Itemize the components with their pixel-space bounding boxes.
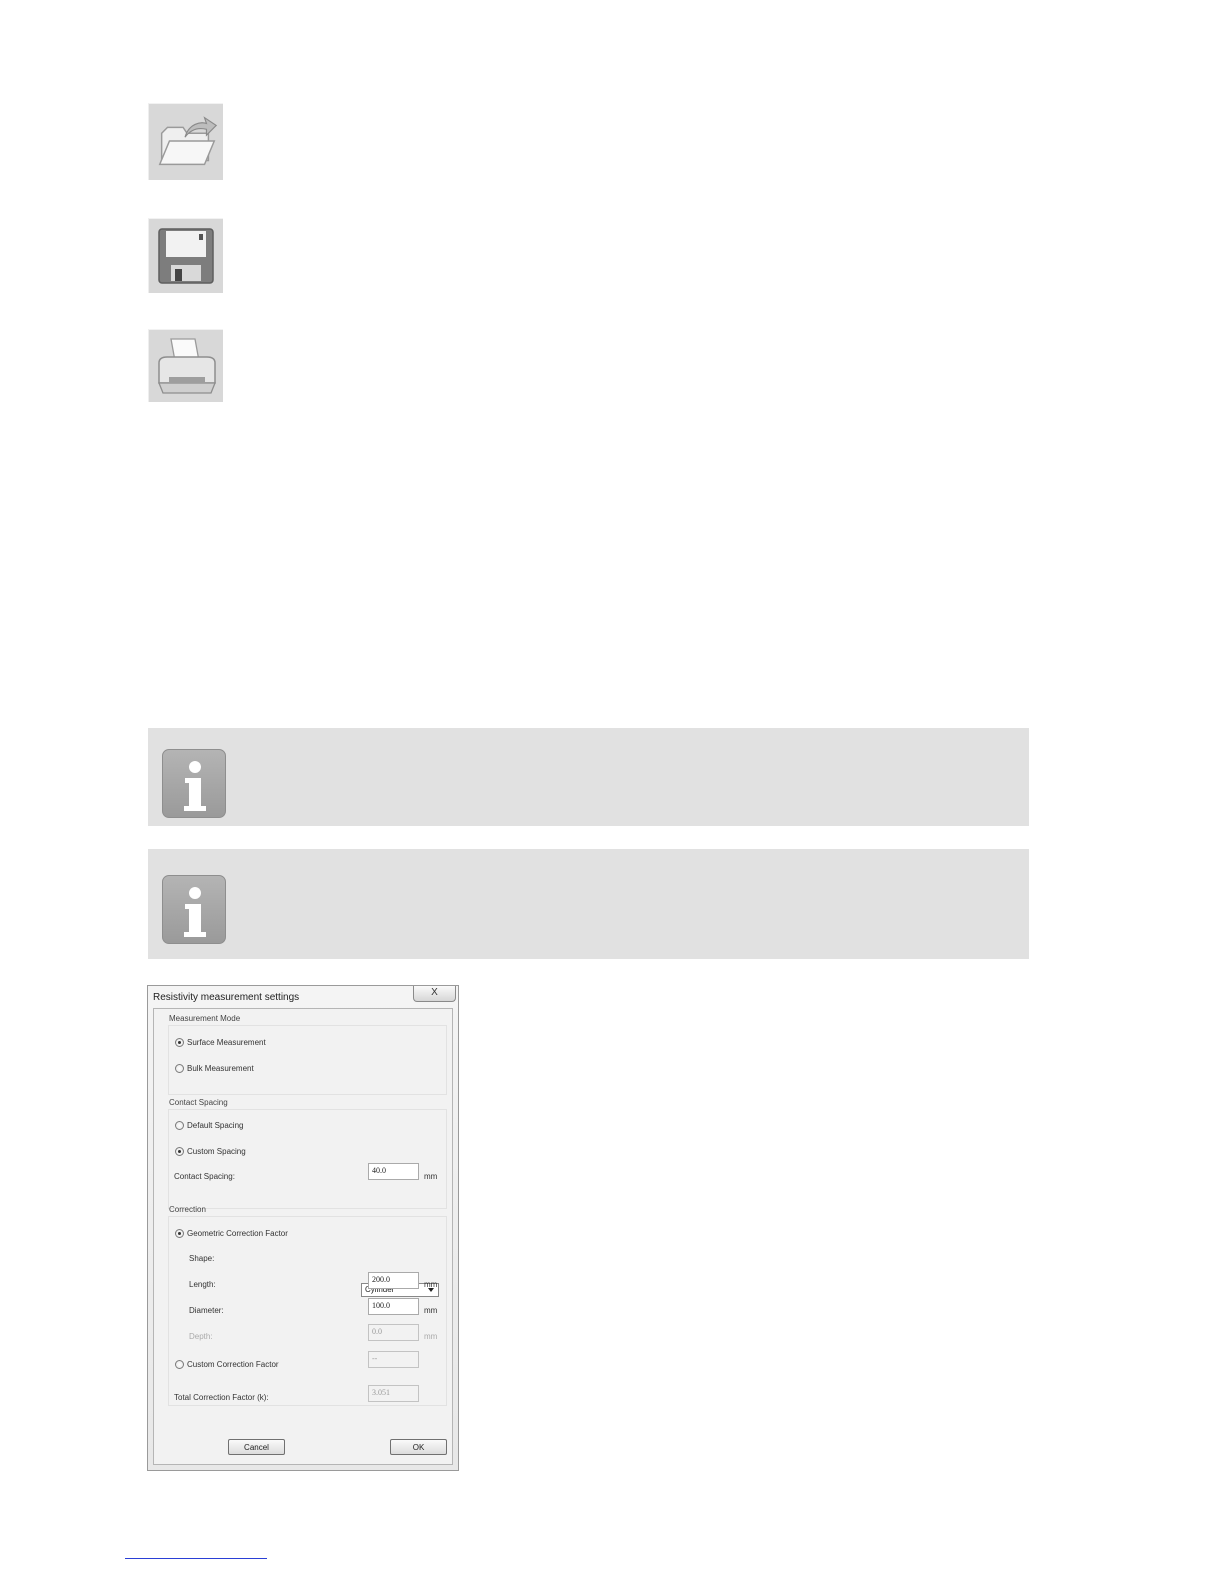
depth-unit: mm bbox=[424, 1332, 438, 1341]
surface-measurement-radio[interactable] bbox=[175, 1038, 184, 1047]
print-button[interactable] bbox=[148, 329, 223, 402]
printer-icon bbox=[158, 338, 216, 394]
custom-correction-radio[interactable] bbox=[175, 1360, 184, 1369]
dialog-body: Measurement Mode Surface Measurement Bul… bbox=[153, 1008, 453, 1465]
footer-link-underline[interactable] bbox=[125, 1558, 267, 1559]
diameter-unit: mm bbox=[424, 1306, 438, 1315]
depth-input: 0.0 bbox=[368, 1324, 419, 1341]
total-correction-value: 3.051 bbox=[368, 1385, 419, 1402]
save-floppy-icon bbox=[158, 228, 214, 284]
diameter-input[interactable]: 100.0 bbox=[368, 1298, 419, 1315]
custom-spacing-radio[interactable] bbox=[175, 1147, 184, 1156]
diameter-label: Diameter: bbox=[189, 1306, 224, 1315]
measurement-mode-group bbox=[168, 1025, 447, 1095]
length-input[interactable]: 200.0 bbox=[368, 1272, 419, 1289]
geometric-correction-label: Geometric Correction Factor bbox=[187, 1229, 288, 1238]
open-folder-icon bbox=[158, 116, 218, 166]
custom-spacing-label: Custom Spacing bbox=[187, 1147, 246, 1156]
contact-spacing-input[interactable]: 40.0 bbox=[368, 1163, 419, 1180]
dialog-titlebar[interactable]: Resistivity measurement settings X bbox=[148, 986, 458, 1008]
contact-spacing-field-label: Contact Spacing: bbox=[174, 1172, 235, 1181]
geometric-correction-radio[interactable] bbox=[175, 1229, 184, 1238]
close-button[interactable]: X bbox=[413, 986, 456, 1002]
open-button[interactable] bbox=[148, 103, 223, 180]
default-spacing-label: Default Spacing bbox=[187, 1121, 244, 1130]
total-correction-label: Total Correction Factor (k): bbox=[174, 1393, 269, 1402]
dialog-title: Resistivity measurement settings bbox=[153, 992, 300, 1003]
surface-measurement-label: Surface Measurement bbox=[187, 1038, 266, 1047]
custom-correction-label: Custom Correction Factor bbox=[187, 1360, 279, 1369]
ok-button[interactable]: OK bbox=[390, 1439, 447, 1455]
correction-title: Correction bbox=[169, 1205, 206, 1214]
info-note bbox=[148, 728, 1029, 826]
save-button[interactable] bbox=[148, 218, 223, 293]
default-spacing-radio[interactable] bbox=[175, 1121, 184, 1130]
length-unit: mm bbox=[424, 1280, 438, 1289]
bulk-measurement-radio[interactable] bbox=[175, 1064, 184, 1073]
info-note bbox=[148, 849, 1029, 959]
resistivity-settings-dialog: Resistivity measurement settings X Measu… bbox=[147, 985, 459, 1471]
length-label: Length: bbox=[189, 1280, 216, 1289]
measurement-mode-title: Measurement Mode bbox=[169, 1014, 241, 1023]
contact-spacing-title: Contact Spacing bbox=[169, 1098, 228, 1107]
info-icon bbox=[162, 749, 226, 818]
cancel-button[interactable]: Cancel bbox=[228, 1439, 285, 1455]
bulk-measurement-label: Bulk Measurement bbox=[187, 1064, 254, 1073]
custom-correction-input: -- bbox=[368, 1351, 419, 1368]
depth-label: Depth: bbox=[189, 1332, 213, 1341]
info-icon bbox=[162, 875, 226, 944]
shape-label: Shape: bbox=[189, 1254, 215, 1263]
contact-spacing-unit: mm bbox=[424, 1172, 438, 1181]
